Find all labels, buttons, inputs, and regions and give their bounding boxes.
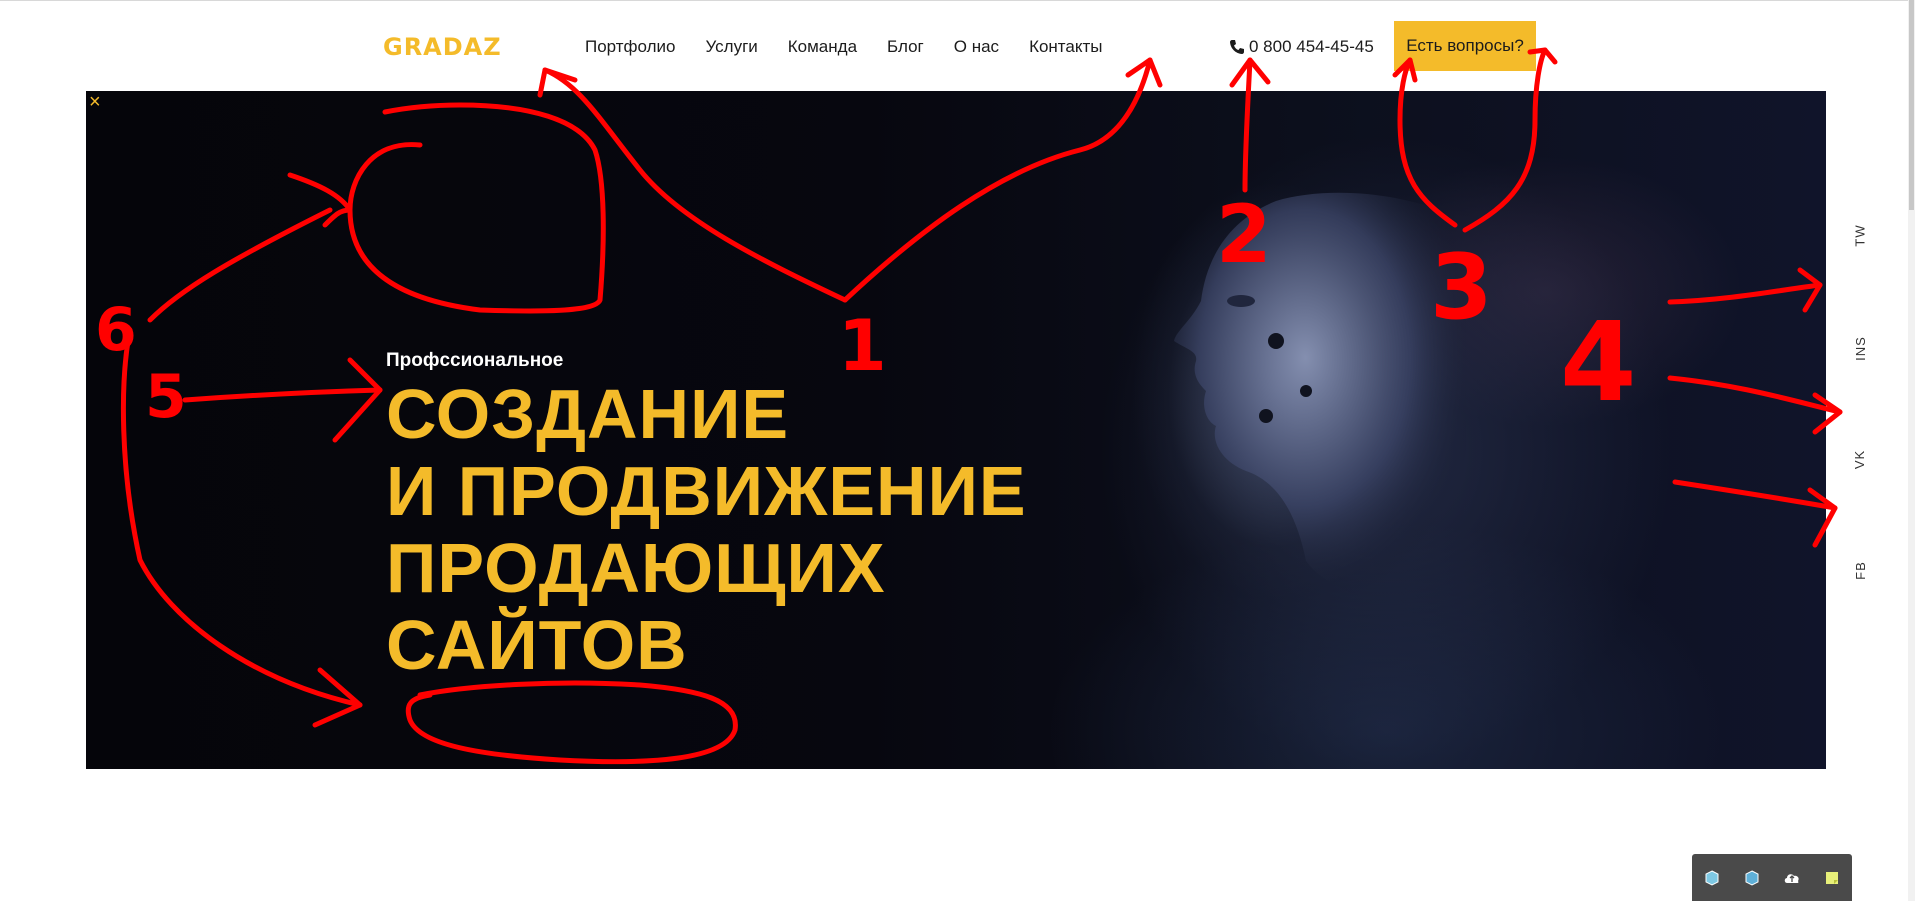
top-divider <box>0 0 1915 1</box>
headline-line-4: САЙТОВ <box>386 606 688 684</box>
social-link-tw[interactable]: TW <box>1848 205 1872 265</box>
nav-item-contacts[interactable]: Контакты <box>1029 37 1102 57</box>
scrollbar-thumb[interactable] <box>1909 0 1914 210</box>
social-label: INS <box>1852 335 1868 361</box>
close-icon[interactable]: × <box>89 91 101 114</box>
nav-item-about[interactable]: О нас <box>954 37 999 57</box>
social-label: FB <box>1852 560 1868 580</box>
nav-item-portfolio[interactable]: Портфолио <box>585 37 675 57</box>
social-label: TW <box>1852 223 1868 247</box>
main-nav: Портфолио Услуги Команда Блог О нас Конт… <box>585 37 1133 57</box>
phone-number: 0 800 454-45-45 <box>1249 37 1374 56</box>
nav-item-team[interactable]: Команда <box>788 37 857 57</box>
hero-headline: СОЗДАНИЕ И ПРОДВИЖЕНИЕ ПРОДАЮЩИХ САЙТОВ <box>386 376 1027 684</box>
nav-item-blog[interactable]: Блог <box>887 37 924 57</box>
social-link-fb[interactable]: FB <box>1848 540 1872 600</box>
nav-item-services[interactable]: Услуги <box>705 37 757 57</box>
hero-section: × Профссиональное СОЗДАНИЕ И ПРОДВИЖЕНИЕ… <box>86 91 1826 769</box>
hero-eyebrow: Профссиональное <box>386 350 564 371</box>
note-icon[interactable] <box>1821 867 1843 889</box>
floating-toolbar <box>1692 854 1852 901</box>
questions-button[interactable]: Есть вопросы? <box>1394 21 1536 71</box>
social-link-vk[interactable]: VK <box>1848 429 1872 489</box>
headline-line-2: И ПРОДВИЖЕНИЕ <box>386 452 1027 530</box>
headline-line-3: ПРОДАЮЩИХ <box>386 529 886 607</box>
logo[interactable]: GRADAZ <box>383 33 502 61</box>
cloud-upload-icon[interactable] <box>1781 867 1803 889</box>
phone-link[interactable]: 0 800 454-45-45 <box>1229 37 1374 57</box>
social-link-ins[interactable]: INS <box>1848 318 1872 378</box>
cube-alt-icon[interactable] <box>1741 867 1763 889</box>
phone-icon <box>1230 40 1244 54</box>
social-label: VK <box>1852 449 1868 469</box>
cube-icon[interactable] <box>1701 867 1723 889</box>
hero-face-image <box>1174 192 1466 605</box>
headline-line-1: СОЗДАНИЕ <box>386 375 790 453</box>
